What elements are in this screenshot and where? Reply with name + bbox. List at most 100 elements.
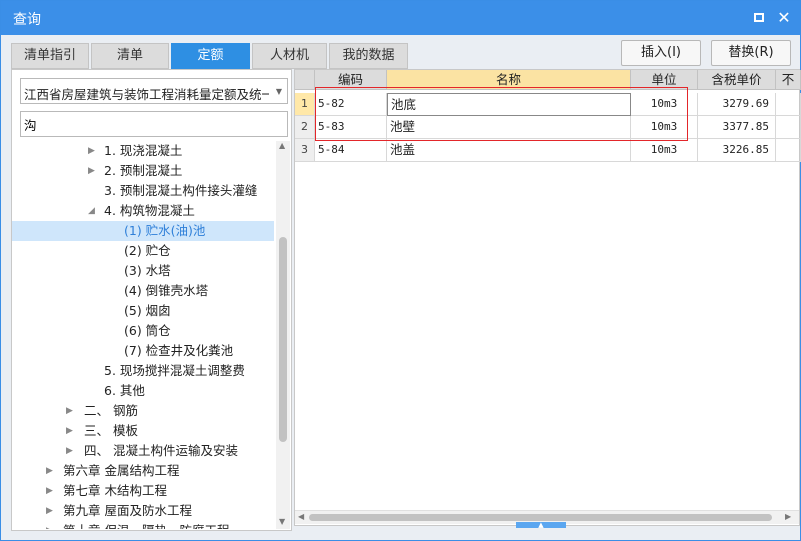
collapse-arrow-icon[interactable]: ◢ <box>88 201 100 221</box>
tree-item[interactable]: ▶ 二、 钢筋 <box>12 401 274 421</box>
expand-arrow-icon[interactable]: ▶ <box>66 421 78 441</box>
tree-item-label: 二、 钢筋 <box>84 403 138 418</box>
tree-item[interactable]: ▶ 四、 混凝土构件运输及安装 <box>12 441 274 461</box>
row-number[interactable]: 3 <box>295 139 315 162</box>
tree-item-label: 第七章 木结构工程 <box>63 483 167 498</box>
tree-item[interactable]: ▶ 第十章 保温、隔热、防腐工程 <box>12 521 274 529</box>
expand-arrow-icon[interactable]: ▶ <box>46 461 58 481</box>
expand-arrow-icon[interactable]: ▶ <box>46 481 58 501</box>
tree-item-label: 2. 预制混凝土 <box>104 163 183 178</box>
tree-item-label: 3. 预制混凝土构件接头灌缝 <box>104 183 258 198</box>
tree-item[interactable]: (7) 检查井及化粪池 <box>12 341 274 361</box>
quota-library-dropdown[interactable]: 江西省房屋建筑与装饰工程消耗量定额及统一基价表(2017) ▼ <box>20 78 288 104</box>
cell-name[interactable]: 池底 <box>387 93 631 116</box>
quota-table: 编码 名称 单位 含税单价 不 1 5-82 池底 10m3 3279.69 2… <box>295 70 801 510</box>
tree-item[interactable]: 5. 现场搅拌混凝土调整费 <box>12 361 274 381</box>
tree-item-label: (2) 贮仓 <box>124 243 171 258</box>
tree-item[interactable]: (4) 倒锥壳水塔 <box>12 281 274 301</box>
cell-unit[interactable]: 10m3 <box>631 116 698 139</box>
cell-price[interactable]: 3226.85 <box>698 139 776 162</box>
tree-item-label: 第六章 金属结构工程 <box>63 463 180 478</box>
row-number[interactable]: 2 <box>295 116 315 139</box>
cell-unit[interactable]: 10m3 <box>631 139 698 162</box>
scroll-thumb[interactable] <box>309 514 772 521</box>
scroll-thumb[interactable] <box>279 237 287 442</box>
cell-name[interactable]: 池壁 <box>387 116 631 139</box>
expand-arrow-icon[interactable]: ▶ <box>66 401 78 421</box>
cell-partial[interactable] <box>776 116 801 139</box>
tab-my-data[interactable]: 我的数据 <box>329 43 408 69</box>
tab-bill-guide[interactable]: 清单指引 <box>11 43 89 69</box>
insert-button[interactable]: 插入(I) <box>621 40 701 66</box>
expand-arrow-icon[interactable]: ▶ <box>46 521 58 529</box>
chapter-tree: ▶ 1. 现浇混凝土 ▶ 2. 预制混凝土 3. 预制混凝土构件接头灌缝 ◢ 4… <box>12 141 274 529</box>
title-bar[interactable]: 查询 ✕ <box>1 1 800 35</box>
tree-item[interactable]: (5) 烟囱 <box>12 301 274 321</box>
tree-item-label: 四、 混凝土构件运输及安装 <box>84 443 238 458</box>
cell-price[interactable]: 3279.69 <box>698 93 776 116</box>
tree-item-label: (6) 筒仓 <box>124 323 171 338</box>
cell-code[interactable]: 5-84 <box>315 139 387 162</box>
cell-partial[interactable] <box>776 139 801 162</box>
maximize-icon[interactable] <box>750 9 768 27</box>
tab-bill[interactable]: 清单 <box>91 43 169 69</box>
tree-item[interactable]: ▶ 三、 模板 <box>12 421 274 441</box>
cell-price[interactable]: 3377.85 <box>698 116 776 139</box>
tree-item-label: 第九章 屋面及防水工程 <box>63 503 192 518</box>
tree-item-label: (3) 水塔 <box>124 263 171 278</box>
tree-item-label: (1) 贮水(油)池 <box>124 223 206 238</box>
tree-item[interactable]: 3. 预制混凝土构件接头灌缝 <box>12 181 274 201</box>
expand-arrow-icon[interactable]: ▶ <box>46 501 58 521</box>
chevron-down-icon[interactable]: ▼ <box>276 87 282 96</box>
tree-item[interactable]: ▶ 1. 现浇混凝土 <box>12 141 274 161</box>
tree-item[interactable]: ▶ 2. 预制混凝土 <box>12 161 274 181</box>
column-header-unit[interactable]: 单位 <box>631 70 698 90</box>
tree-item-label: 第十章 保温、隔热、防腐工程 <box>63 521 229 529</box>
tree-item[interactable]: 6. 其他 <box>12 381 274 401</box>
scroll-up-icon[interactable]: ▲ <box>279 141 285 150</box>
tree-item[interactable]: (3) 水塔 <box>12 261 274 281</box>
cell-code[interactable]: 5-82 <box>315 93 387 116</box>
left-panel: 江西省房屋建筑与装饰工程消耗量定额及统一基价表(2017) ▼ ▶ 1. 现浇混… <box>11 69 292 531</box>
tree-item[interactable]: (6) 筒仓 <box>12 321 274 341</box>
window-title: 查询 <box>13 12 41 28</box>
tree-item-label: (7) 检查井及化粪池 <box>124 343 234 358</box>
column-header-code[interactable]: 编码 <box>315 70 387 90</box>
query-dialog: 查询 ✕ 清单指引 清单 定额 人材机 我的数据 插入(I) 替换(R) 江西省… <box>0 0 801 541</box>
tree-item[interactable]: ◢ 4. 构筑物混凝土 <box>12 201 274 221</box>
tree-item[interactable]: (2) 贮仓 <box>12 241 274 261</box>
column-header-price[interactable]: 含税单价 <box>698 70 776 90</box>
tree-vertical-scrollbar[interactable]: ▲ ▼ <box>276 141 290 529</box>
column-header-name[interactable]: 名称 <box>387 70 631 90</box>
expand-arrow-icon[interactable]: ▶ <box>88 141 100 161</box>
panel-collapse-handle[interactable]: ▲ <box>516 522 566 529</box>
tree-item[interactable]: ▶ 第九章 屋面及防水工程 <box>12 501 274 521</box>
scroll-left-icon[interactable]: ◀ <box>298 512 304 521</box>
tree-item[interactable]: ▶ 第七章 木结构工程 <box>12 481 274 501</box>
right-panel: 编码 名称 单位 含税单价 不 1 5-82 池底 10m3 3279.69 2… <box>294 69 801 526</box>
row-number[interactable]: 1 <box>295 93 315 116</box>
search-input[interactable] <box>24 115 282 133</box>
tree-item-label: 三、 模板 <box>84 423 138 438</box>
row-number-header <box>295 70 315 90</box>
cell-partial[interactable] <box>776 93 801 116</box>
cell-unit[interactable]: 10m3 <box>631 93 698 116</box>
tab-labor-material-machine[interactable]: 人材机 <box>252 43 327 69</box>
column-header-partial[interactable]: 不 <box>776 70 801 90</box>
tree-item[interactable]: ▶ 第六章 金属结构工程 <box>12 461 274 481</box>
tree-item-selected[interactable]: (1) 贮水(油)池 <box>12 221 274 241</box>
expand-arrow-icon[interactable]: ▶ <box>88 161 100 181</box>
tree-item-label: 5. 现场搅拌混凝土调整费 <box>104 363 245 378</box>
search-box[interactable] <box>20 111 288 137</box>
expand-arrow-icon[interactable]: ▶ <box>66 441 78 461</box>
close-icon[interactable]: ✕ <box>775 9 793 27</box>
tab-quota[interactable]: 定额 <box>171 43 250 69</box>
scroll-right-icon[interactable]: ▶ <box>785 512 791 521</box>
cell-name[interactable]: 池盖 <box>387 139 631 162</box>
dropdown-value: 江西省房屋建筑与装饰工程消耗量定额及统一基价表(2017) <box>24 87 269 102</box>
cell-code[interactable]: 5-83 <box>315 116 387 139</box>
tree-item-label: 6. 其他 <box>104 383 145 398</box>
scroll-down-icon[interactable]: ▼ <box>279 517 285 526</box>
replace-button[interactable]: 替换(R) <box>711 40 791 66</box>
tree-item-label: (5) 烟囱 <box>124 303 171 318</box>
